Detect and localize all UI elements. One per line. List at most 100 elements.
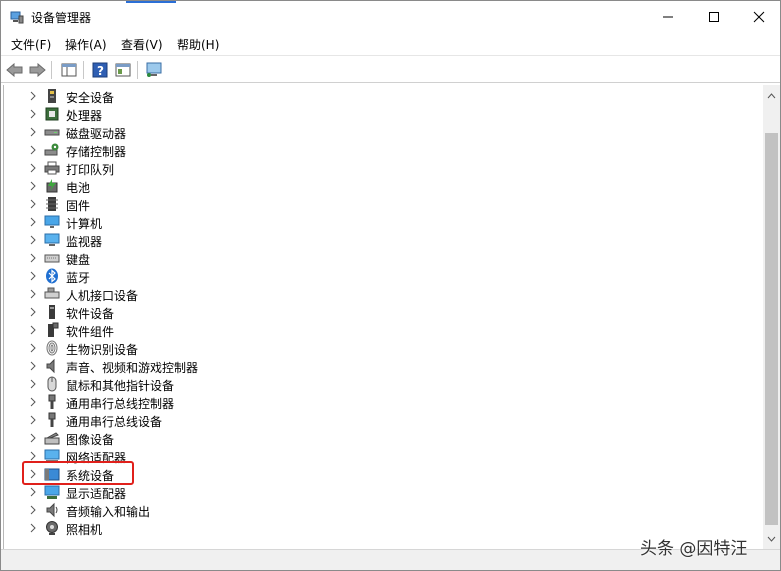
processor-icon (45, 107, 59, 121)
chevron-right-icon[interactable] (28, 127, 38, 137)
tree-item-label: 通用串行总线控制器 (66, 397, 175, 411)
chevron-right-icon[interactable] (28, 181, 38, 191)
chevron-right-icon[interactable] (28, 487, 38, 497)
close-icon (753, 11, 765, 23)
tree-item-monitors[interactable]: 监视器 (4, 231, 744, 249)
tree-item-hid[interactable]: 人机接口设备 (4, 285, 744, 303)
tree-item-cameras[interactable]: 照相机 (4, 519, 744, 537)
tree-item-label: 计算机 (66, 217, 103, 231)
computer-icon (44, 215, 60, 228)
webcam-icon (46, 521, 58, 535)
tree-item-label: 打印队列 (66, 163, 115, 177)
tree-item-label: 键盘 (66, 253, 91, 267)
tree-item-label: 声音、视频和游戏控制器 (66, 361, 199, 375)
tree-item-software-devices[interactable]: 软件设备 (4, 303, 744, 321)
menu-file[interactable]: 文件(F) (11, 36, 51, 53)
chevron-right-icon[interactable] (28, 307, 38, 317)
chevron-right-icon[interactable] (28, 379, 38, 389)
tree-item-label: 软件设备 (66, 307, 115, 321)
watermark: 头条 @因特汪 (640, 539, 748, 559)
software-component-icon (48, 322, 59, 337)
tree-item-usb-devices[interactable]: 通用串行总线设备 (4, 411, 744, 429)
chevron-right-icon[interactable] (28, 253, 38, 263)
chevron-right-icon[interactable] (28, 163, 38, 173)
scroll-up-button[interactable] (763, 87, 780, 104)
menu-action[interactable]: 操作(A) (65, 36, 107, 53)
title-bar[interactable]: 设备管理器 (1, 1, 780, 33)
help-button[interactable]: ? (90, 60, 110, 80)
tree-item-label: 磁盘驱动器 (66, 127, 127, 141)
tree-item-label: 显示适配器 (66, 487, 127, 501)
chevron-right-icon[interactable] (28, 199, 38, 209)
tree-item-security-devices[interactable]: 安全设备 (4, 87, 744, 105)
tree-item-imaging-devices[interactable]: 图像设备 (4, 429, 744, 447)
bluetooth-icon (46, 268, 58, 284)
tree-item-print-queues[interactable]: 打印队列 (4, 159, 744, 177)
tree-item-batteries[interactable]: 电池 (4, 177, 744, 195)
maximize-button[interactable] (691, 1, 737, 33)
chevron-right-icon[interactable] (28, 415, 38, 425)
help-icon: ? (92, 62, 108, 78)
tree-item-firmware[interactable]: 固件 (4, 195, 744, 213)
tree-item-label: 固件 (66, 199, 91, 213)
scroll-down-button[interactable] (763, 530, 780, 547)
chevron-right-icon[interactable] (28, 523, 38, 533)
tree-item-storage-controllers[interactable]: 存储控制器 (4, 141, 744, 159)
speaker-icon (46, 358, 55, 374)
chevron-right-icon[interactable] (28, 343, 38, 353)
chevron-right-icon[interactable] (28, 235, 38, 245)
title-accent (126, 1, 176, 3)
back-button[interactable] (5, 60, 25, 80)
tree-item-disk-drives[interactable]: 磁盘驱动器 (4, 123, 744, 141)
tree-item-computer[interactable]: 计算机 (4, 213, 744, 231)
tree-item-label: 安全设备 (66, 91, 115, 105)
console-tree-icon (61, 63, 77, 77)
tree-item-label: 图像设备 (66, 433, 115, 447)
tree-item-bluetooth[interactable]: 蓝牙 (4, 267, 744, 285)
tree-item-processors[interactable]: 处理器 (4, 105, 744, 123)
security-chip-icon (48, 89, 56, 103)
minimize-icon (663, 16, 673, 18)
chevron-right-icon[interactable] (28, 505, 38, 515)
tree-item-usb-controllers[interactable]: 通用串行总线控制器 (4, 393, 744, 411)
chevron-right-icon[interactable] (28, 325, 38, 335)
tree-item-label: 存储控制器 (66, 145, 127, 159)
properties-button[interactable] (113, 60, 133, 80)
audio-io-icon (46, 502, 58, 518)
vertical-scrollbar[interactable] (763, 85, 780, 549)
chevron-right-icon[interactable] (28, 91, 38, 101)
printer-icon (44, 161, 60, 175)
chevron-right-icon[interactable] (28, 433, 38, 443)
chevron-down-icon (767, 536, 776, 542)
tree-item-keyboards[interactable]: 键盘 (4, 249, 744, 267)
camera-icon (44, 432, 60, 445)
tree-item-sound-video-game-controllers[interactable]: 声音、视频和游戏控制器 (4, 357, 744, 375)
menu-help[interactable]: 帮助(H) (177, 36, 219, 53)
chevron-right-icon[interactable] (28, 397, 38, 407)
scroll-thumb[interactable] (765, 133, 778, 525)
tree-item-biometric-devices[interactable]: 生物识别设备 (4, 339, 744, 357)
battery-icon (46, 179, 58, 193)
close-button[interactable] (736, 1, 781, 33)
toolbar: ? (1, 55, 780, 83)
chevron-right-icon[interactable] (28, 271, 38, 281)
minimize-button[interactable] (645, 1, 691, 33)
menu-view[interactable]: 查看(V) (121, 36, 163, 53)
tree-item-software-components[interactable]: 软件组件 (4, 321, 744, 339)
scan-hardware-button[interactable] (144, 60, 164, 80)
tree-item-display-adapters[interactable]: 显示适配器 (4, 483, 744, 501)
chevron-right-icon[interactable] (28, 289, 38, 299)
chevron-right-icon[interactable] (28, 451, 38, 461)
maximize-icon (709, 12, 719, 22)
scan-monitor-icon (146, 62, 162, 77)
tree-item-audio-inputs-outputs[interactable]: 音频输入和输出 (4, 501, 744, 519)
chevron-right-icon[interactable] (28, 145, 38, 155)
toolbar-separator (83, 61, 84, 79)
chevron-right-icon[interactable] (28, 109, 38, 119)
tree-item-mice[interactable]: 鼠标和其他指针设备 (4, 375, 744, 393)
forward-button[interactable] (27, 60, 47, 80)
chevron-right-icon[interactable] (28, 361, 38, 371)
chevron-right-icon[interactable] (28, 217, 38, 227)
tree-item-label: 通用串行总线设备 (66, 415, 163, 429)
show-hide-console-tree-button[interactable] (59, 60, 79, 80)
